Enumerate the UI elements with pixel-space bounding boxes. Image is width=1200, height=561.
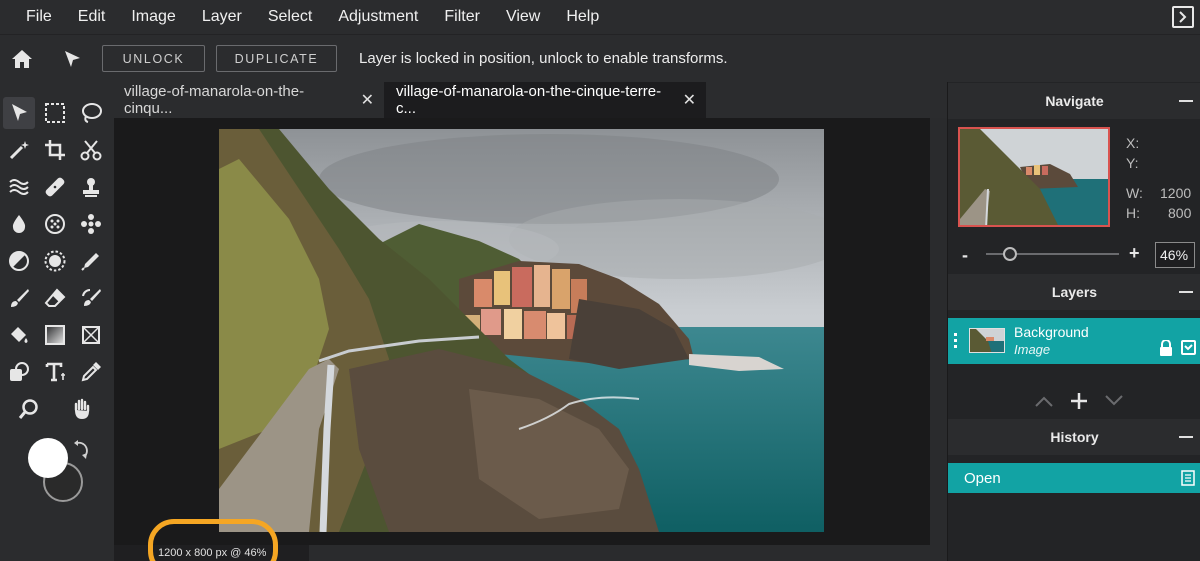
pattern-dots-icon[interactable]	[75, 208, 107, 240]
layer-thumbnail	[969, 328, 1005, 353]
swap-colors-icon[interactable]	[72, 440, 90, 462]
history-header[interactable]: History	[948, 419, 1200, 455]
history-item-label: Open	[964, 469, 1001, 487]
tab-document-1[interactable]: village-of-manarola-on-the-cinqu... ✕	[114, 82, 384, 118]
height-value: 800	[1168, 205, 1192, 221]
history-title: History	[1050, 429, 1099, 445]
eyedropper-icon[interactable]	[75, 356, 107, 388]
horizontal-scrollbar[interactable]	[309, 545, 947, 561]
minimize-icon[interactable]	[1179, 291, 1193, 293]
pencil-icon[interactable]	[75, 245, 107, 277]
history-item[interactable]: Open	[948, 463, 1200, 493]
options-bar: UNLOCK DUPLICATE Layer is locked in posi…	[0, 34, 1200, 82]
sharpen-sun-icon[interactable]	[39, 245, 71, 277]
menu-view[interactable]: View	[493, 0, 553, 34]
move-tool-icon[interactable]	[3, 97, 35, 129]
document-icon	[1181, 470, 1195, 490]
move-tool-icon[interactable]	[52, 39, 92, 79]
scissors-icon[interactable]	[75, 134, 107, 166]
layer-type: Image	[1014, 342, 1051, 357]
x-label: X:	[1126, 135, 1140, 151]
right-panel: Navigate X: Y: W: 1200 H: 800 - + 46% La…	[947, 82, 1200, 561]
menu-image[interactable]: Image	[118, 0, 188, 34]
h-label: H:	[1126, 205, 1140, 221]
clone-stamp-icon[interactable]	[75, 171, 107, 203]
blur-drop-icon[interactable]	[3, 208, 35, 240]
brush-icon[interactable]	[3, 282, 35, 314]
w-label: W:	[1126, 185, 1143, 201]
add-layer-icon[interactable]	[1070, 392, 1088, 415]
hand-pan-icon[interactable]	[66, 393, 98, 425]
annotation-highlight-circle	[148, 519, 278, 561]
magic-wand-icon[interactable]	[3, 134, 35, 166]
width-value: 1200	[1160, 185, 1192, 201]
foreground-color-swatch[interactable]	[28, 438, 68, 478]
move-layer-up-icon[interactable]	[1034, 394, 1054, 413]
document-image[interactable]	[219, 129, 824, 532]
document-tabs: village-of-manarola-on-the-cinqu... ✕ vi…	[114, 82, 947, 118]
tab-label: village-of-manarola-on-the-cinque-terre-…	[396, 83, 662, 117]
tab-document-2[interactable]: village-of-manarola-on-the-cinque-terre-…	[384, 82, 706, 118]
options-message: Layer is locked in position, unlock to e…	[359, 50, 728, 67]
marquee-select-icon[interactable]	[39, 97, 71, 129]
layer-item[interactable]: Background Image	[948, 318, 1200, 364]
sponge-icon[interactable]	[39, 208, 71, 240]
dodge-burn-icon[interactable]	[3, 245, 35, 277]
eraser-icon[interactable]	[39, 282, 71, 314]
liquify-icon[interactable]	[3, 171, 35, 203]
tool-panel	[0, 82, 114, 561]
zoom-slider-handle[interactable]	[1003, 247, 1017, 261]
replace-brush-icon[interactable]	[75, 282, 107, 314]
zoom-icon[interactable]	[13, 393, 45, 425]
tab-label: village-of-manarola-on-the-cinqu...	[124, 83, 305, 117]
menu-layer[interactable]: Layer	[189, 0, 255, 34]
duplicate-button[interactable]: DUPLICATE	[216, 45, 337, 72]
transform-box-icon[interactable]	[75, 319, 107, 351]
menu-file[interactable]: File	[0, 0, 65, 34]
menu-help[interactable]: Help	[553, 0, 612, 34]
crop-icon[interactable]	[39, 134, 71, 166]
y-label: Y:	[1126, 155, 1139, 171]
navigator-thumbnail[interactable]	[958, 127, 1110, 227]
lasso-icon[interactable]	[75, 97, 107, 129]
menu-edit[interactable]: Edit	[65, 0, 119, 34]
layer-name: Background	[1014, 324, 1089, 340]
menu-filter[interactable]: Filter	[431, 0, 493, 34]
paint-bucket-icon[interactable]	[3, 319, 35, 351]
home-icon[interactable]	[2, 39, 42, 79]
navigate-header[interactable]: Navigate	[948, 83, 1200, 119]
close-icon[interactable]: ✕	[683, 90, 696, 110]
layers-title: Layers	[1051, 284, 1098, 300]
zoom-out-button[interactable]: -	[962, 245, 968, 266]
menu-adjustment[interactable]: Adjustment	[325, 0, 431, 34]
healing-bandage-icon[interactable]	[39, 171, 71, 203]
minimize-icon[interactable]	[1179, 436, 1193, 438]
move-layer-down-icon[interactable]	[1104, 394, 1124, 413]
drag-handle-icon[interactable]	[954, 333, 957, 336]
layers-header[interactable]: Layers	[948, 274, 1200, 310]
fullscreen-toggle-icon[interactable]	[1172, 6, 1194, 28]
minimize-icon[interactable]	[1179, 100, 1193, 102]
gradient-icon[interactable]	[39, 319, 71, 351]
menu-select[interactable]: Select	[255, 0, 325, 34]
zoom-input[interactable]: 46%	[1155, 242, 1195, 268]
vertical-scrollbar[interactable]	[930, 118, 947, 545]
unlock-button[interactable]: UNLOCK	[102, 45, 205, 72]
close-icon[interactable]: ✕	[361, 90, 374, 110]
zoom-in-button[interactable]: +	[1129, 243, 1140, 264]
shape-icon[interactable]	[3, 356, 35, 388]
lock-icon[interactable]	[1159, 339, 1173, 361]
navigate-title: Navigate	[1045, 93, 1104, 109]
text-tool-icon[interactable]	[39, 356, 71, 388]
layer-visibility-checkbox[interactable]	[1181, 340, 1196, 355]
menu-bar: File Edit Image Layer Select Adjustment …	[0, 0, 1200, 34]
